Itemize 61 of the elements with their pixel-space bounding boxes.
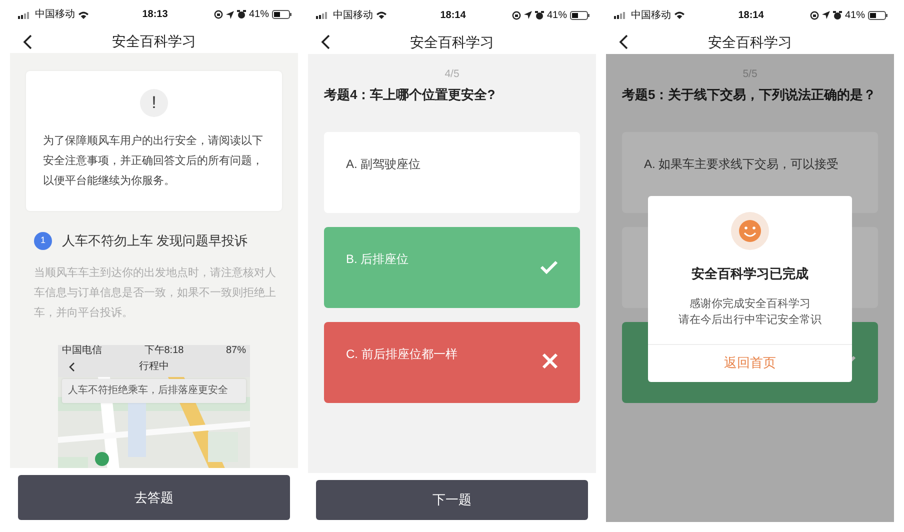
carrier-name: 中国电信: [62, 344, 102, 357]
signal-icon: [316, 11, 330, 19]
status-time: 18:14: [440, 8, 466, 22]
status-time: 下午8:18: [144, 344, 184, 357]
option-text: A. 如果车主要求线下交易，可以接受: [644, 157, 839, 172]
notice-text: 为了保障顺风车用户的出行安全，请阅读以下安全注意事项，并正确回答文后的所有问题，以便平台能继续为你服务。: [43, 134, 264, 190]
option-text: B. 后排座位: [346, 252, 409, 266]
close-icon: [542, 353, 558, 370]
back-icon: [68, 362, 76, 372]
answer-option[interactable]: C. 前后排座位都一样: [324, 322, 580, 404]
carrier-name: 中国移动: [333, 8, 373, 22]
signal-icon: [614, 11, 628, 19]
step-number: 1: [34, 232, 52, 250]
question-text: 考题5：关于线下交易，下列说法正确的是？: [622, 86, 878, 104]
alarm-icon: [534, 10, 544, 20]
battery-percent: 41%: [546, 8, 567, 22]
primary-button[interactable]: 下一题: [316, 480, 588, 520]
signal-icon: [18, 10, 32, 19]
wifi-icon: [78, 10, 89, 19]
dialog-title: 安全百科学习已完成: [692, 265, 808, 283]
carrier-name: 中国移动: [35, 8, 75, 22]
battery-percent: 87%: [226, 344, 246, 357]
battery-icon: [868, 10, 888, 20]
check-icon: [540, 260, 558, 274]
banner-text: 人车不符拒绝乘车，后排落座更安全: [62, 378, 246, 403]
battery-percent: 41%: [248, 8, 269, 22]
option-text: C. 前后排座位都一样: [346, 347, 458, 362]
wifi-icon: [376, 11, 387, 19]
orientation-lock-icon: [512, 10, 521, 20]
carrier-name: 中国移动: [631, 8, 671, 22]
back-icon[interactable]: [22, 34, 34, 50]
page-title: 行程中: [139, 360, 169, 374]
location-icon: [524, 11, 532, 19]
dialog-message: 感谢你完成安全百科学习: [688, 296, 812, 312]
page-title: 安全百科学习: [112, 32, 196, 51]
battery-icon: [570, 10, 590, 20]
question-text: 考题4：车上哪个位置更安全?: [324, 86, 496, 104]
tip-heading: 人车不符勿上车 发现问题早投诉: [62, 232, 248, 250]
orientation-lock-icon: [214, 10, 223, 20]
page-title: 安全百科学习: [410, 32, 494, 52]
primary-button[interactable]: 去答题: [18, 475, 290, 520]
dialog-message: 请在今后出行中牢记安全常识: [678, 312, 822, 328]
smile-icon: [731, 212, 769, 250]
option-text: A. 副驾驶座位: [346, 157, 421, 172]
alarm-icon: [236, 10, 246, 20]
wifi-icon: [674, 11, 685, 19]
location-icon: [822, 11, 830, 19]
back-icon[interactable]: [618, 34, 630, 50]
answer-option[interactable]: A. 副驾驶座位: [324, 132, 580, 214]
back-icon[interactable]: [320, 34, 332, 50]
battery-percent: 41%: [844, 8, 865, 22]
status-time: 18:13: [142, 8, 168, 22]
orientation-lock-icon: [810, 10, 819, 20]
location-icon: [226, 10, 234, 19]
progress-counter: 4/5: [444, 67, 460, 82]
status-time: 18:14: [738, 8, 764, 22]
warning-icon: !: [140, 89, 168, 118]
page-title: 安全百科学习: [708, 32, 792, 52]
alarm-icon: [832, 10, 842, 20]
battery-icon: [272, 10, 292, 20]
tip-text: 当顺风车车主到达你的出发地点时，请注意核对人车信息与订单信息是否一致，如果不一致则拒绝上车，并向平台投诉。: [34, 266, 277, 321]
